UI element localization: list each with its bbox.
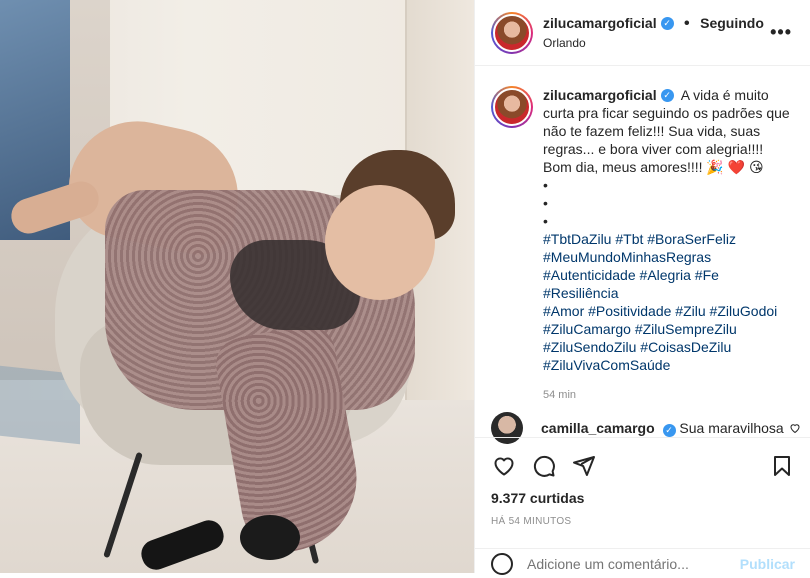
comment-input[interactable] bbox=[527, 555, 740, 572]
caption-bullet: • bbox=[543, 195, 548, 211]
separator-dot: • bbox=[684, 15, 690, 32]
photo-face bbox=[325, 185, 435, 300]
comment-body: Sua maravilhosa bbox=[679, 419, 784, 436]
more-options-icon[interactable]: ••• bbox=[770, 22, 792, 43]
commenter-username[interactable]: camilla_camargo bbox=[541, 420, 655, 436]
heart-icon[interactable] bbox=[491, 453, 517, 479]
caption-row: zilucamargoficial ✓ A vida é muito curta… bbox=[491, 86, 794, 400]
action-bar bbox=[475, 437, 810, 483]
caption-username[interactable]: zilucamargoficial ✓ bbox=[543, 86, 674, 104]
hashtag-link[interactable]: #Zilu bbox=[675, 303, 705, 319]
post-photo[interactable] bbox=[0, 0, 474, 573]
author-username-text[interactable]: zilucamargoficial bbox=[543, 15, 657, 31]
verified-badge-icon: ✓ bbox=[660, 88, 674, 102]
hashtag-link[interactable]: #Alegria bbox=[640, 267, 691, 283]
hashtag-link[interactable]: #ZiluCamargo bbox=[543, 321, 631, 337]
caption-avatar[interactable] bbox=[491, 86, 533, 128]
hashtag-link[interactable]: #Tbt bbox=[615, 231, 643, 247]
hashtag-link[interactable]: #Amor bbox=[543, 303, 584, 319]
hashtag-link[interactable]: #Autenticidade bbox=[543, 267, 636, 283]
hashtag-link[interactable]: #ZiluVivaComSaúde bbox=[543, 357, 670, 373]
following-button[interactable]: Seguindo bbox=[700, 15, 764, 31]
post-side-panel: zilucamargoficial ✓ • Seguindo Orlando •… bbox=[474, 0, 810, 575]
caption-body: zilucamargoficial ✓ A vida é muito curta… bbox=[543, 86, 794, 400]
hashtag-list: #TbtDaZilu #Tbt #BoraSerFeliz #MeuMundoM… bbox=[543, 230, 794, 374]
hashtag-link[interactable]: #TbtDaZilu bbox=[543, 231, 611, 247]
hashtag-link[interactable]: #Positividade bbox=[588, 303, 671, 319]
posted-time[interactable]: HÁ 54 MINUTOS bbox=[491, 516, 571, 527]
hashtag-link[interactable]: #ZiluGodoi bbox=[710, 303, 778, 319]
hashtag-link[interactable]: #Resiliência bbox=[543, 285, 618, 301]
hashtag-link[interactable]: #BoraSerFeliz bbox=[647, 231, 736, 247]
instagram-post: zilucamargoficial ✓ • Seguindo Orlando •… bbox=[0, 0, 810, 575]
comment-heart-icon[interactable] bbox=[789, 422, 801, 437]
location-link[interactable]: Orlando bbox=[543, 36, 764, 50]
verified-badge-icon: ✓ bbox=[660, 16, 674, 30]
share-icon[interactable] bbox=[571, 453, 597, 479]
header-text: zilucamargoficial ✓ • Seguindo Orlando bbox=[543, 15, 764, 50]
author-username[interactable]: zilucamargoficial ✓ bbox=[543, 15, 674, 31]
hashtag-link[interactable]: #ZiluSendoZilu bbox=[543, 339, 636, 355]
comment-composer: Publicar bbox=[475, 548, 810, 578]
verified-badge-icon: ✓ bbox=[662, 423, 676, 437]
caption-bullet: • bbox=[543, 177, 548, 193]
caption-area: zilucamargoficial ✓ A vida é muito curta… bbox=[475, 66, 810, 400]
caption-bullet: • bbox=[543, 213, 548, 229]
bookmark-icon[interactable] bbox=[769, 453, 795, 479]
likes-count[interactable]: 9.377 curtidas bbox=[491, 490, 584, 506]
comment-text: camilla_camargo ✓ Sua maravilhosa bbox=[541, 420, 784, 437]
comment-icon[interactable] bbox=[531, 453, 557, 479]
hashtag-link[interactable]: #Fe bbox=[695, 267, 719, 283]
hashtag-link[interactable]: #ZiluSempreZilu bbox=[635, 321, 737, 337]
caption-username-text[interactable]: zilucamargoficial bbox=[543, 86, 657, 104]
hashtag-link[interactable]: #CoisasDeZilu bbox=[640, 339, 731, 355]
photo-slipper bbox=[240, 515, 300, 560]
caption-age[interactable]: 54 min bbox=[543, 386, 794, 400]
emoji-icon[interactable] bbox=[491, 552, 513, 575]
hashtag-link[interactable]: #MeuMundoMinhasRegras bbox=[543, 249, 711, 265]
publish-button[interactable]: Publicar bbox=[740, 556, 795, 572]
post-header: zilucamargoficial ✓ • Seguindo Orlando •… bbox=[475, 0, 810, 66]
author-avatar[interactable] bbox=[491, 11, 533, 54]
